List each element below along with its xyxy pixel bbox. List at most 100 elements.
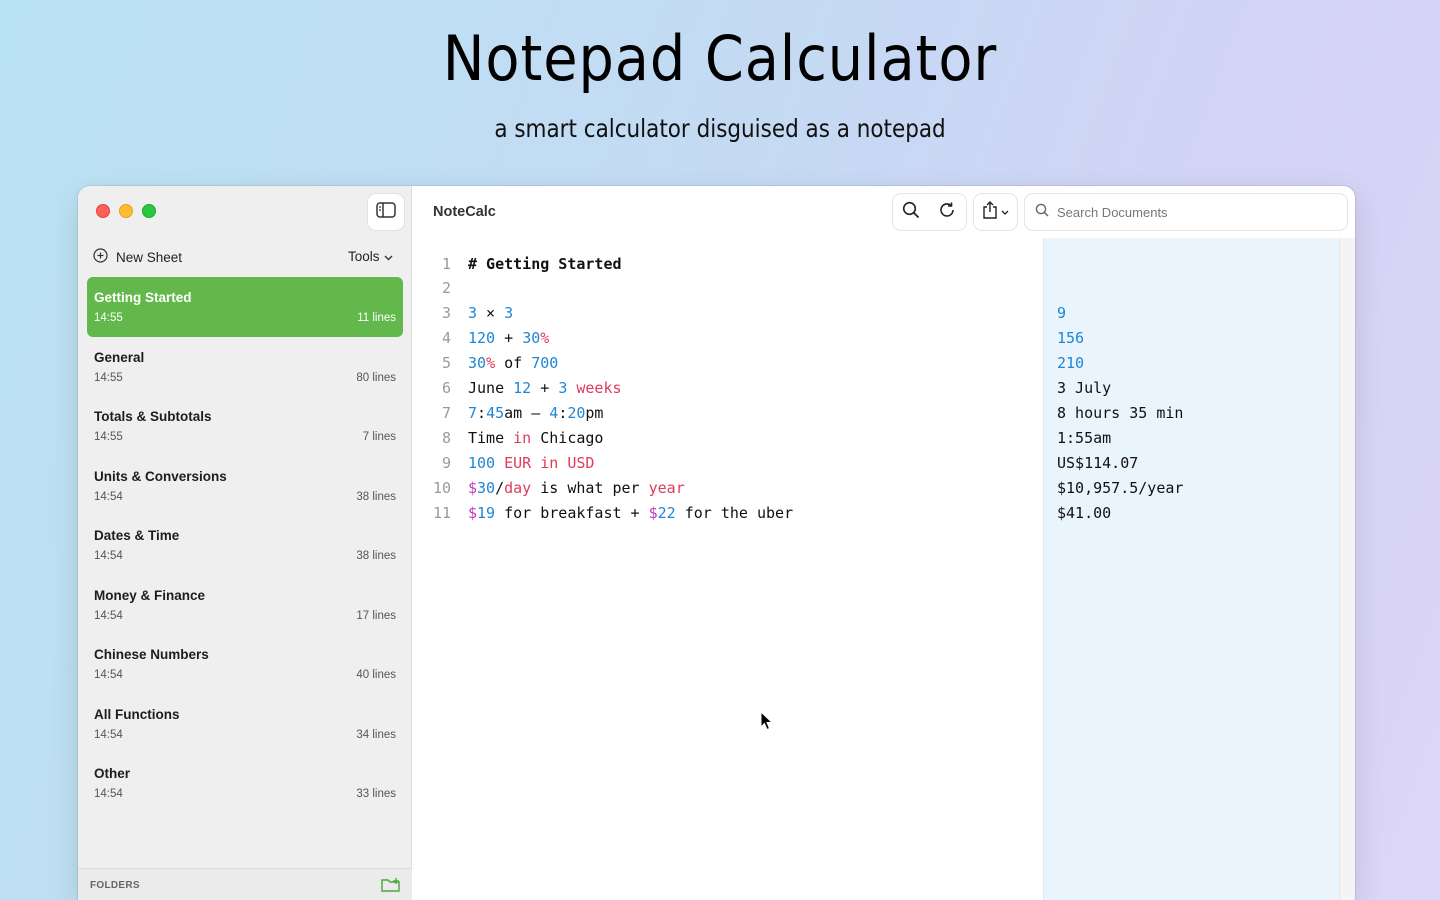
code-token: $ (468, 478, 478, 497)
line-code: 7:45am – 4:20pm (468, 404, 603, 422)
tools-menu-button[interactable]: Tools (348, 249, 393, 264)
sheet-title: All Functions (94, 706, 180, 722)
sheet-item[interactable]: Other 14:54 33 lines (87, 753, 403, 813)
code-token: am – (504, 403, 550, 422)
editor-line[interactable]: 10 $30/day is what per year (413, 475, 685, 500)
minimize-window-button[interactable] (119, 204, 133, 218)
results-panel: 9 156 210 3 July 8 hours 35 min 1:55am US$114.… (1043, 238, 1339, 900)
sheet-item[interactable]: All Functions 14:54 34 lines (87, 694, 403, 754)
line-number: 3 (441, 304, 451, 323)
code-token: 7 (468, 403, 478, 422)
share-menu-button[interactable] (974, 194, 1017, 230)
editor-line[interactable]: 7 7:45am – 4:20pm (413, 400, 604, 425)
sheet-item[interactable]: Dates & Time 14:54 38 lines (87, 515, 403, 575)
chevron-down-icon (1001, 203, 1009, 221)
sheet-item[interactable]: Chinese Numbers 14:54 40 lines (87, 634, 403, 694)
sheet-time: 14:54 (94, 490, 123, 503)
editor-line[interactable]: 6 June 12 + 3 weeks (413, 376, 622, 401)
line-code: $19 for breakfast + $22 for the uber (468, 504, 793, 522)
editor[interactable]: 1 # Getting Started 2 3 3 × 3 4 120 + 30% 5 30% … (413, 238, 1043, 900)
code-token: 4 (549, 403, 559, 422)
code-token: $ (648, 503, 658, 522)
line-code: 3 × 3 (468, 304, 513, 322)
search-documents-field[interactable] (1025, 194, 1347, 230)
line-number: 2 (441, 279, 451, 298)
editor-line[interactable]: 3 3 × 3 (413, 301, 513, 326)
result-value: 9 (1057, 304, 1067, 323)
result-value: 8 hours 35 min (1057, 403, 1184, 422)
code-token: of (495, 354, 532, 373)
sheet-item[interactable]: General 14:55 80 lines (87, 337, 403, 397)
line-code: $30/day is what per year (468, 479, 685, 497)
editor-line[interactable]: 9 100 EUR in USD (413, 450, 594, 475)
code-token: 120 (468, 329, 496, 348)
scrollbar[interactable] (1339, 238, 1355, 900)
code-token: 20 (567, 403, 586, 422)
editor-line[interactable]: 8 Time in Chicago (413, 425, 604, 450)
line-number: 4 (441, 329, 451, 348)
result-value: 1:55am (1057, 428, 1112, 447)
code-token: + (531, 379, 559, 397)
code-token: 100 (468, 453, 496, 472)
code-token: % (486, 354, 496, 373)
result-value: $41.00 (1057, 503, 1112, 522)
line-code: 30% of 700 (468, 354, 558, 372)
sheet-time: 14:55 (94, 312, 123, 324)
sheet-time: 14:54 (94, 550, 123, 562)
sheet-list: Getting Started 14:55 11 lines General 14:55… (87, 277, 403, 813)
code-token: pm (585, 403, 604, 422)
zoom-window-button[interactable] (142, 204, 156, 218)
search-button[interactable] (893, 194, 929, 230)
editor-line[interactable]: 11 $19 for breakfast + $22 for the uber (413, 500, 793, 525)
new-folder-icon[interactable] (381, 877, 401, 897)
code-token: 22 (657, 503, 676, 522)
line-code: June 12 + 3 weeks (468, 379, 622, 397)
sidebar-toggle-button[interactable] (368, 194, 404, 230)
sheet-title: Units & Conversions (94, 468, 227, 484)
code-token: for breakfast + (495, 503, 649, 522)
sheet-time: 14:54 (94, 728, 123, 741)
result-value: 3 July (1057, 379, 1112, 397)
sheet-line-count: 17 lines (356, 609, 396, 622)
line-number: 1 (441, 254, 451, 273)
editor-line[interactable]: 5 30% of 700 (413, 351, 558, 376)
sheet-line-count: 34 lines (356, 728, 396, 741)
sheet-item[interactable]: Totals & Subtotals 14:55 7 lines (87, 396, 403, 456)
code-token: for the uber (675, 503, 794, 522)
code-token: + (495, 329, 523, 348)
editor-line[interactable]: 4 120 + 30% (413, 326, 549, 351)
sheet-item[interactable]: Money & Finance 14:54 17 lines (87, 575, 403, 635)
line-number: 11 (432, 503, 451, 522)
toolbar: NoteCalc (413, 186, 1355, 238)
search-documents-input[interactable] (1057, 204, 1327, 220)
line-number: 8 (441, 428, 451, 447)
hero-title: Notepad Calculator (442, 22, 998, 95)
close-window-button[interactable] (96, 204, 110, 218)
sheet-item[interactable]: Units & Conversions 14:54 38 lines (87, 456, 403, 516)
result-value: US$114.07 (1057, 453, 1139, 472)
share-icon (982, 200, 998, 224)
search-icon (1035, 203, 1049, 222)
refresh-button[interactable] (929, 194, 965, 230)
new-sheet-button[interactable]: New Sheet (93, 248, 182, 266)
code-token: 12 (513, 379, 532, 397)
sheet-time: 14:54 (94, 669, 123, 681)
sidebar-icon (376, 201, 396, 223)
code-token: / (495, 478, 505, 497)
refresh-icon (938, 201, 956, 224)
hero-subtitle: a smart calculator disguised as a notepa… (494, 114, 946, 143)
app-window: New Sheet Tools Getting Started 14:55 11 l… (78, 186, 1355, 900)
sheet-title: Chinese Numbers (94, 647, 209, 662)
code-token: 30 (477, 478, 496, 497)
share-button[interactable] (974, 194, 1017, 230)
folders-label: FOLDERS (90, 880, 140, 891)
app-title: NoteCalc (433, 204, 496, 220)
mouse-pointer-icon (760, 710, 774, 736)
editor-line[interactable]: 1 # Getting Started (413, 251, 622, 276)
magnifier-icon (902, 201, 920, 224)
editor-line[interactable]: 2 (413, 276, 468, 301)
sheet-item[interactable]: Getting Started 14:55 11 lines (87, 277, 403, 337)
sheet-title: Other (94, 766, 131, 781)
sheet-line-count: 7 lines (362, 431, 396, 443)
plus-circle-icon (93, 248, 108, 266)
